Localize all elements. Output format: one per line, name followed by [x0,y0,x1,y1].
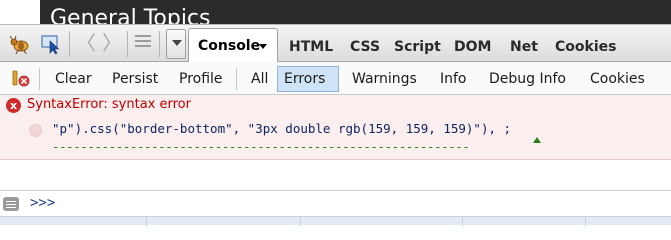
page-heading: General Topics [50,6,211,24]
filter-info[interactable]: Info [434,66,473,92]
error-pointer-line: ----------------------------------------… [52,139,470,154]
clear-button[interactable]: Clear [49,66,98,92]
filter-separator [236,68,237,90]
toolbar-separator [159,31,160,57]
command-editor-icon[interactable] [3,197,19,211]
error-message[interactable]: SyntaxError: syntax error [27,97,191,112]
tab-html[interactable]: HTML [289,39,333,55]
breakpoint-icon[interactable] [29,124,42,137]
profile-button[interactable]: Profile [173,66,229,92]
tab-console[interactable]: Console [188,28,278,63]
command-prompt: >>> [30,195,56,211]
firebug-toolbar: 〈 〉 Console HTML CSS Script DOM Net Cook… [0,24,671,63]
filter-debug-info[interactable]: Debug Info [483,66,572,92]
tab-css[interactable]: CSS [350,39,380,55]
error-source-line: "p").css("border-bottom", "3px double rg… [52,121,512,136]
back-icon[interactable]: 〈 [76,32,96,54]
clear-console-icon[interactable] [11,68,31,88]
chevron-down-icon[interactable] [259,44,267,49]
tab-script[interactable]: Script [394,39,441,55]
inspect-icon[interactable] [40,33,62,55]
error-position-arrow-icon [533,137,541,143]
tab-dom[interactable]: DOM [454,39,491,55]
toolbar-separator [127,31,128,57]
dropdown-icon[interactable] [166,29,186,59]
filter-all[interactable]: All [245,66,274,92]
console-error-entry: x SyntaxError: syntax error "p").css("bo… [0,95,671,160]
firebug-icon[interactable] [9,33,31,55]
command-line[interactable]: >>> [0,190,671,216]
error-icon: x [6,98,21,113]
bottom-status-strip [0,216,671,226]
page-header: General Topics [40,0,671,24]
tab-console-label: Console [198,38,261,54]
console-filter-bar: Clear Persist Profile All Errors Warning… [0,62,671,95]
forward-icon[interactable]: 〉 [102,32,122,54]
tab-net[interactable]: Net [510,39,538,55]
filter-cookies[interactable]: Cookies [584,66,651,92]
filter-warnings[interactable]: Warnings [346,66,423,92]
filter-separator [39,68,40,90]
page-background: General Topics [0,0,671,24]
toolbar-separator [69,31,70,57]
tab-cookies[interactable]: Cookies [555,39,616,55]
persist-button[interactable]: Persist [106,66,164,92]
filter-errors[interactable]: Errors [277,66,339,92]
console-list-icon[interactable] [135,35,151,51]
